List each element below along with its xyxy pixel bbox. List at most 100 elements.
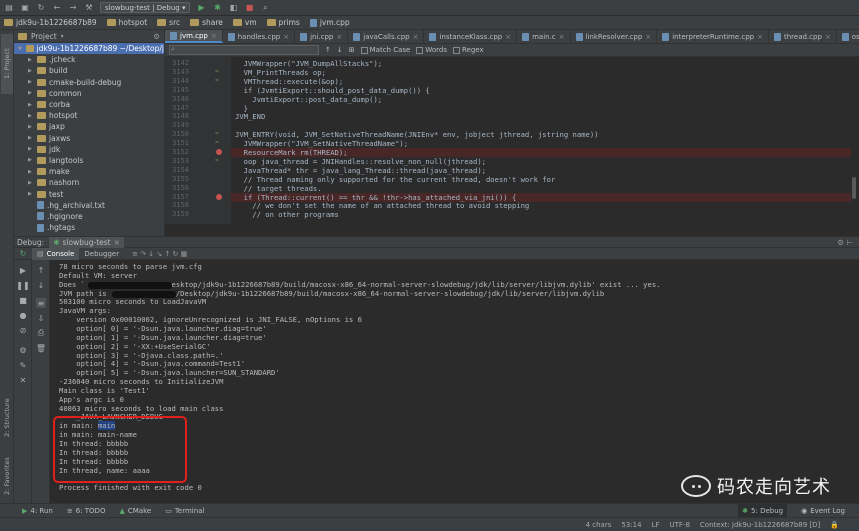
tab-instanceklass-cpp[interactable]: instanceKlass.cpp × [424,30,518,43]
tree-item[interactable]: ▶ langtools [14,155,164,166]
tab-handles-cpp[interactable]: handles.cpp × [223,30,296,43]
tree-item[interactable]: ▶ cmake-build-debug [14,77,164,88]
chevron-right-icon[interactable]: ▶ [28,180,34,186]
status-context[interactable]: Context: jdk9u-1b1226687b89 [D] [700,521,820,529]
tab-os-bsd-cpp[interactable]: os_bsd.cpp× [837,30,859,43]
run-icon[interactable]: ▶ [196,3,206,13]
close-icon[interactable]: × [211,32,217,40]
stop-icon[interactable]: ■ [18,295,28,305]
tree-item[interactable]: ▼ jdk9u-1b1226687b89 ~/Desktop/j [14,43,164,55]
status-caret-position[interactable]: 53:14 [621,521,641,529]
forward-icon[interactable]: → [68,3,78,13]
chevron-right-icon[interactable]: ▶ [28,68,34,74]
tab-jvm-cpp[interactable]: jvm.cpp × [165,30,223,43]
tree-item[interactable]: ▶ corba [14,99,164,110]
sync-icon[interactable]: ↻ [36,3,46,13]
trash-icon[interactable]: 🗑 [36,343,46,353]
terminal-tool-button[interactable]: ▭ Terminal [165,507,204,515]
soft-wrap-icon[interactable]: ≡ [36,298,46,308]
debug-session-tab[interactable]: ✱ slowbug-test × [49,236,124,248]
back-icon[interactable]: ← [52,3,62,13]
chevron-right-icon[interactable]: ▶ [28,191,34,197]
breadcrumb-item[interactable]: hotspot [106,18,147,27]
close-icon[interactable]: × [283,33,289,41]
search-input[interactable] [169,45,319,55]
tree-item[interactable]: .hgignore [14,211,164,222]
down-icon[interactable]: ↓ [36,280,46,290]
tree-item[interactable]: ▶ jaxws [14,133,164,144]
close-icon[interactable]: × [413,33,419,41]
settings-icon[interactable]: ⚙ ⊢ [837,238,853,247]
chevron-right-icon[interactable]: ▶ [28,169,34,175]
restore-layout-icon[interactable]: ⚙ [18,345,28,355]
save-icon[interactable]: ▣ [20,3,30,13]
code-editor[interactable]: 3142 3143 ≈3144 ≈3145 3146 3147 3148 3149 3150 ≈3… [165,57,859,224]
match-case-checkbox[interactable]: Match Case [360,46,410,54]
tab-javacalls-cpp[interactable]: javaCalls.cpp × [348,30,425,43]
tree-item[interactable]: ▶ test [14,188,164,199]
breadcrumb-item[interactable]: vm [232,18,257,27]
breakpoint-icon[interactable] [216,193,222,200]
tab-console[interactable]: ▤ Console [32,247,80,260]
close-icon[interactable]: × [645,33,651,41]
chevron-right-icon[interactable]: ▶ [28,57,34,63]
chevron-right-icon[interactable]: ▶ [28,102,34,108]
tree-item[interactable]: .hgtags [14,222,164,233]
pin-icon[interactable]: ✎ [18,360,28,370]
build-icon[interactable]: ⚒ [84,3,94,13]
project-tool-tab[interactable]: 1: Project [1,34,13,94]
breadcrumb-item[interactable]: jdk9u-1b1226687b89 [4,18,97,27]
prev-match-icon[interactable]: ↑ [325,46,331,54]
run-config-dropdown[interactable]: slowbug-test | Debug ▾ [100,2,191,13]
close-icon[interactable]: × [336,33,342,41]
close-icon[interactable]: × [114,238,120,247]
close-icon[interactable]: × [757,33,763,41]
chevron-right-icon[interactable]: ▶ [28,146,34,152]
tree-item[interactable]: ▶ .jcheck [14,54,164,65]
tree-item[interactable]: ▶ make [14,166,164,177]
words-checkbox[interactable]: Words [416,46,447,54]
debug-tool-button[interactable]: ✱ 5: Debug [738,503,788,518]
close-icon[interactable]: × [559,33,565,41]
close-icon[interactable]: ✕ [18,375,28,385]
breakpoint-icon[interactable] [216,149,222,155]
tree-item[interactable]: ▶ hotspot [14,110,164,121]
folder-open-icon[interactable]: ▤ [4,3,14,13]
debug-icon[interactable]: ✱ [212,3,222,13]
view-breakpoints-icon[interactable]: ● [18,310,28,320]
run-tool-button[interactable]: ▶ 4: Run [22,507,53,515]
stop-icon[interactable]: ■ [244,3,254,13]
todo-tool-button[interactable]: ≡ 6: TODO [67,507,106,515]
tab-debugger[interactable]: Debugger [79,248,124,260]
cmake-tool-button[interactable]: ▲ CMake [119,507,151,515]
up-icon[interactable]: ↑ [36,265,46,275]
tree-item[interactable]: ▶ jdk [14,144,164,155]
chevron-right-icon[interactable]: ▶ [28,79,34,85]
step-toolbar-icons[interactable]: ≡ ↷ ↓ ↘ ↑ ↻ ▦ [132,250,187,258]
structure-tool-tab[interactable]: 2: Structure [1,390,13,446]
tab-jni-cpp[interactable]: jni.cpp × [295,30,349,43]
breadcrumb-item[interactable]: jvm.cpp [309,18,350,27]
tree-item[interactable]: ▶ jaxp [14,121,164,132]
chevron-right-icon[interactable]: ▶ [28,124,34,130]
status-line-separator[interactable]: LF [652,521,660,529]
chevron-right-icon[interactable]: ▶ [28,90,34,96]
regex-checkbox[interactable]: Regex [452,46,484,54]
chevron-right-icon[interactable]: ▶ [28,157,34,163]
tab-thread-cpp[interactable]: thread.cpp × [769,30,837,43]
tab-interpreterruntime-cpp[interactable]: interpreterRuntime.cpp × [657,30,769,43]
event-log-button[interactable]: ◉ Event Log [801,507,845,515]
close-icon[interactable]: × [825,33,831,41]
tree-item[interactable]: ▶ build [14,65,164,76]
tree-item[interactable]: ▶ nashorn [14,177,164,188]
breadcrumb-item[interactable]: share [190,18,223,27]
lock-icon[interactable]: 🔒 [830,521,839,529]
search-everywhere-icon[interactable]: ⌕ [260,3,270,13]
chevron-right-icon[interactable]: ▶ [28,135,34,141]
editor-scrollbar[interactable] [852,177,856,199]
close-icon[interactable]: × [505,33,511,41]
gear-icon[interactable]: ⚙ [153,32,160,41]
tab-main-c[interactable]: main.c × [517,30,571,43]
print-icon[interactable]: ⎙ [36,328,46,338]
resume-icon[interactable]: ▶ [18,265,28,275]
